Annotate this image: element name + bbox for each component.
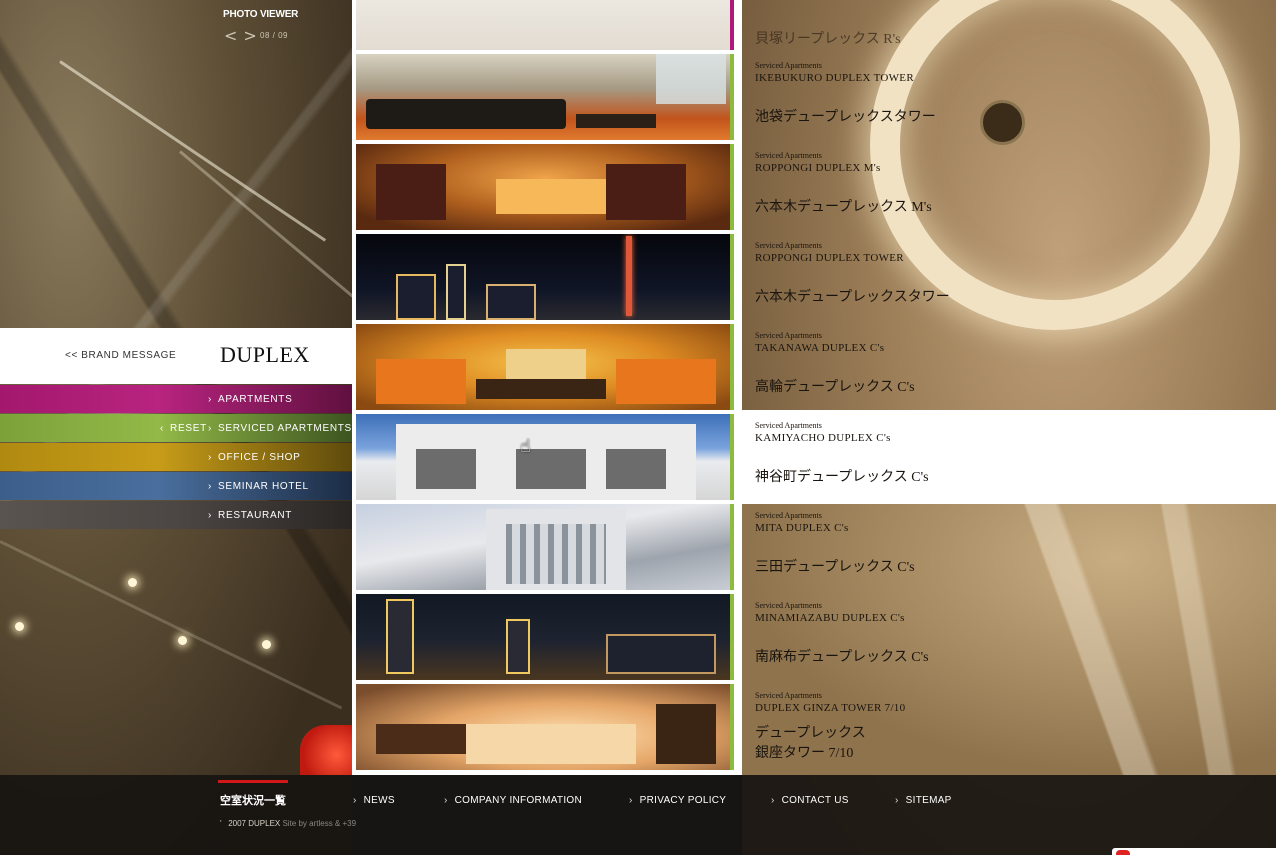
footer: 空室状況一覧 ' 2007 DUPLEX Site by artless & +… xyxy=(0,775,1276,855)
footer-link-sitemap[interactable]: SITEMAP xyxy=(895,795,952,806)
nav-seminar-label: SEMINAR HOTEL xyxy=(208,481,309,492)
thumbnail-ginza[interactable] xyxy=(356,684,734,770)
copyright: ' 2007 DUPLEX Site by artless & +39 xyxy=(220,819,357,828)
property-roppongi-ms[interactable]: Serviced Apartments ROPPONGI DUPLEX M's … xyxy=(755,151,932,217)
footer-link-company[interactable]: COMPANY INFORMATION xyxy=(444,795,582,806)
photo-viewer-controls: < > xyxy=(224,28,257,44)
thumbnail-takanawa[interactable] xyxy=(356,324,734,410)
page: PHOTO VIEWER < > 08 / 09 << BRAND MESSAG… xyxy=(0,0,1276,855)
footer-accent-bar xyxy=(218,780,288,783)
property-minamiazabu[interactable]: Serviced Apartments MINAMIAZABU DUPLEX C… xyxy=(755,601,929,667)
property-kamiyacho[interactable]: Serviced Apartments KAMIYACHO DUPLEX C's… xyxy=(755,421,929,487)
property-roppongi-tower[interactable]: Serviced Apartments ROPPONGI DUPLEX TOWE… xyxy=(755,241,950,307)
footer-link-contact[interactable]: CONTACT US xyxy=(771,795,849,806)
photo-viewer-title: PHOTO VIEWER xyxy=(223,9,299,20)
photo-viewer-counter: 08 / 09 xyxy=(260,31,288,40)
site-credit: Site by artless & +39 xyxy=(282,819,357,828)
property-ginza[interactable]: Serviced Apartments DUPLEX GINZA TOWER 7… xyxy=(755,691,905,763)
thumbnail-mita[interactable] xyxy=(356,504,734,590)
nav-office-label: OFFICE / SHOP xyxy=(208,452,300,463)
nav-serviced-label: SERVICED APARTMENTS xyxy=(208,423,352,434)
thumbnail-minamiazabu[interactable] xyxy=(356,594,734,680)
nav-restaurant[interactable]: RESTAURANT xyxy=(0,501,352,529)
thumbnail-roppongi-ms[interactable] xyxy=(356,144,734,230)
nav-office-shop[interactable]: OFFICE / SHOP xyxy=(0,443,352,471)
thumbnail-roppongi-tower[interactable] xyxy=(356,234,734,320)
reset-button[interactable]: RESET xyxy=(160,423,207,434)
hand-pointer-icon: ☝ xyxy=(520,436,531,457)
nav-seminar-hotel[interactable]: SEMINAR HOTEL xyxy=(0,472,352,500)
vacancy-list-link[interactable]: 空室状況一覧 xyxy=(220,792,286,808)
nav-restaurant-label: RESTAURANT xyxy=(208,510,292,521)
nav-serviced-apartments[interactable]: RESET SERVICED APARTMENTS xyxy=(0,414,352,442)
corner-badge[interactable] xyxy=(1112,848,1276,855)
nav-apartments-label: APARTMENTS xyxy=(208,394,292,405)
brand-message-link[interactable]: << BRAND MESSAGE xyxy=(65,350,176,361)
chevron-right-icon[interactable]: > xyxy=(243,28,256,44)
property-mita[interactable]: Serviced Apartments MITA DUPLEX C's 三田デュ… xyxy=(755,511,915,577)
thumbnail-top-partial[interactable] xyxy=(356,0,734,50)
footer-link-news[interactable]: NEWS xyxy=(353,795,395,806)
thumbnail-column xyxy=(352,0,742,855)
footer-link-privacy[interactable]: PRIVACY POLICY xyxy=(629,795,726,806)
property-takanawa[interactable]: Serviced Apartments TAKANAWA DUPLEX C's … xyxy=(755,331,915,397)
nav-apartments[interactable]: APARTMENTS xyxy=(0,385,352,413)
property-partial-top[interactable]: 貝塚リープレックス R's xyxy=(755,28,901,48)
thumbnail-kamiyacho[interactable] xyxy=(356,414,734,500)
property-ikebukuro[interactable]: Serviced Apartments IKEBUKURO DUPLEX TOW… xyxy=(755,61,936,127)
brand-bar: << BRAND MESSAGE DUPLEX xyxy=(0,328,352,384)
duplex-logo[interactable]: DUPLEX xyxy=(220,342,310,368)
thumbnail-ikebukuro[interactable] xyxy=(356,54,734,140)
chevron-left-icon[interactable]: < xyxy=(224,28,237,44)
